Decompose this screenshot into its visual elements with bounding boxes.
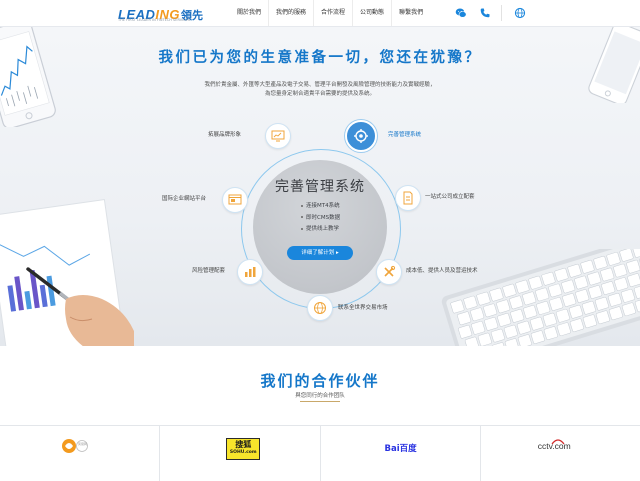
nav-news[interactable]: 公司動態 — [352, 0, 391, 26]
hero-section: 我们已为您的生意准备一切，您还在犹豫？ 我們於貴金屬、外匯等大型產品及電子交易、… — [0, 27, 640, 346]
nav-services[interactable]: 我們的服務 — [268, 0, 313, 26]
core-feature-item: 提供线上教学 — [301, 224, 340, 236]
node-management-system[interactable] — [345, 120, 377, 152]
partner-cell-sohu[interactable]: 搜狐 SOHU.com — [159, 426, 319, 481]
cctv-swoosh-icon — [551, 439, 565, 445]
wechat-icon[interactable] — [455, 7, 467, 19]
sohu-logo: 搜狐 SOHU.com — [226, 438, 261, 460]
logo-tagline: THE FIRST LEADER IN FINTECH SERVICES — [118, 18, 190, 22]
phone-icon[interactable] — [479, 7, 491, 19]
node-label-company-setup[interactable]: 一站式公司成立配套 — [425, 193, 475, 201]
node-risk-management[interactable] — [237, 259, 263, 285]
keyboard-image — [441, 249, 640, 346]
partners-title: 我们的合作伙伴 — [260, 372, 380, 390]
document-icon — [403, 191, 413, 205]
baidu-logo: Bai百度 — [384, 444, 417, 454]
tools-icon — [384, 265, 396, 277]
phoenix-logo-text: 凤凰网 — [78, 442, 88, 446]
phoenix-logo — [62, 439, 88, 453]
nav-about[interactable]: 關於我們 — [230, 0, 268, 26]
brand-logo[interactable]: LEADING領先 THE FIRST LEADER IN FINTECH SE… — [118, 4, 203, 24]
partners-divider — [300, 401, 340, 402]
core-feature-list: 连接MT4系统 即时CMS数据 提供线上教学 — [301, 201, 340, 236]
management-gear-icon — [354, 129, 368, 143]
node-global-markets[interactable] — [307, 295, 333, 321]
node-label-brand-image[interactable]: 拓展品牌形象 — [208, 131, 241, 139]
smartphone-chart-image — [0, 27, 56, 127]
node-low-cost[interactable] — [376, 259, 402, 285]
node-label-low-cost[interactable]: 成本低、提供人员及营运技术 — [406, 267, 478, 275]
node-brand-image[interactable] — [265, 123, 291, 149]
globe-icon — [314, 302, 326, 314]
monitor-chart-icon — [271, 130, 285, 142]
nav-divider — [501, 5, 502, 21]
node-website-platform[interactable] — [222, 187, 248, 213]
nav-process[interactable]: 合作流程 — [313, 0, 352, 26]
top-navigation-bar: LEADING領先 THE FIRST LEADER IN FINTECH SE… — [0, 0, 640, 27]
partner-logos-row: 凤凰网 搜狐 SOHU.com Bai百度 cctv.com — [0, 425, 640, 481]
core-feature-item: 即时CMS数据 — [301, 213, 340, 225]
main-nav: 關於我們 我們的服務 合作流程 公司動態 聯繫我們 — [230, 0, 430, 26]
node-label-management-system[interactable]: 完善管理系统 — [388, 131, 421, 139]
node-company-setup[interactable] — [395, 185, 421, 211]
website-icon — [228, 194, 242, 205]
risk-chart-icon — [245, 267, 256, 277]
partner-cell-phoenix[interactable]: 凤凰网 — [0, 426, 159, 481]
partner-cell-baidu[interactable]: Bai百度 — [319, 426, 480, 481]
node-label-risk-management[interactable]: 风险管理配套 — [192, 267, 225, 275]
partners-subtitle: 與您同行的合作团队 — [295, 393, 345, 399]
globe-icon[interactable] — [514, 7, 526, 19]
nav-contact[interactable]: 聯繫我們 — [391, 0, 430, 26]
hero-description-line: 為您量身定制合適貴平台需要的提供及系统。 — [264, 91, 375, 97]
core-feature-item: 连接MT4系统 — [301, 201, 340, 213]
partner-cell-cctv[interactable]: cctv.com — [479, 426, 640, 481]
hero-title: 我们已为您的生意准备一切，您还在犹豫？ — [158, 50, 482, 66]
hero-description: 我們於貴金屬、外匯等大型產品及電子交易、管理平台開發及風險管理的技術能力及實戰經… — [120, 81, 520, 99]
node-label-website-platform[interactable]: 国际企业網站平台 — [162, 195, 206, 203]
core-title: 完善管理系统 — [275, 179, 365, 195]
hero-description-line: 我們於貴金屬、外匯等大型產品及電子交易、管理平台開發及風險管理的技術能力及實戰經… — [204, 82, 436, 88]
learn-more-button[interactable]: 详细了解计划 ▸ — [287, 246, 353, 260]
node-label-global-markets[interactable]: 联系全世界交易市场 — [338, 304, 388, 312]
core-circle: 完善管理系统 连接MT4系统 即时CMS数据 提供线上教学 详细了解计划 ▸ — [253, 160, 387, 294]
hand-with-pen-image — [26, 267, 134, 346]
